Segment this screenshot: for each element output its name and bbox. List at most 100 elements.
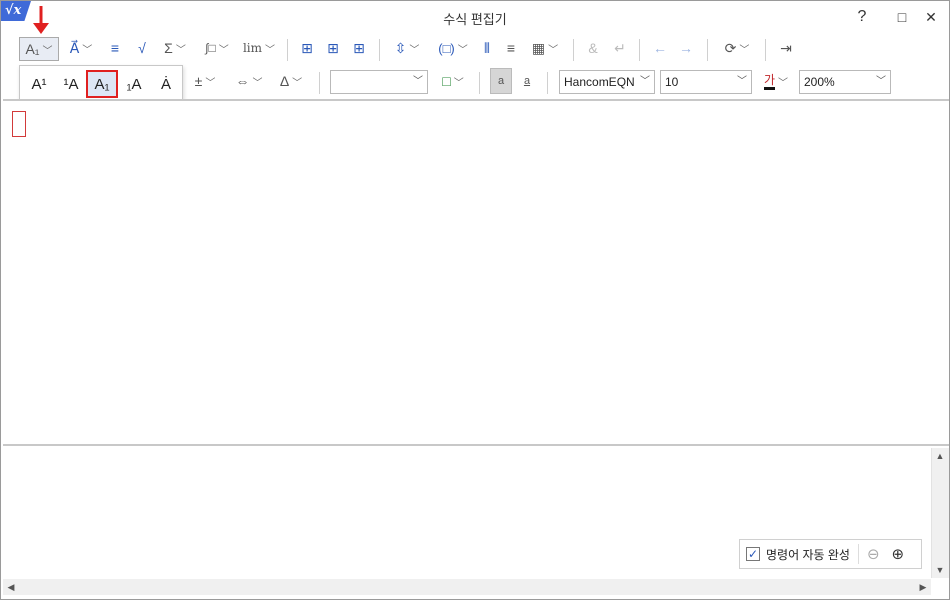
chevron-down-icon: ﹀ — [42, 45, 53, 57]
double-arrow-icon: ⇔ — [235, 73, 250, 89]
chevron-down-icon: ﹀ — [82, 44, 93, 56]
chevron-down-icon: ﹀ — [218, 44, 229, 56]
color-fill-button[interactable]: □ ﹀ — [435, 68, 471, 94]
separator — [573, 39, 574, 61]
superscript-option[interactable]: A¹ — [23, 70, 55, 98]
undo-button[interactable]: ← — [649, 35, 671, 61]
separator — [319, 72, 320, 94]
scroll-right-icon[interactable]: ▶ — [915, 579, 931, 595]
chevron-down-icon: ﹀ — [265, 44, 276, 56]
size-combo-value: 10 — [665, 75, 679, 89]
enter-button[interactable]: ↵ — [609, 35, 631, 61]
delta-button[interactable]: Δ ﹀ — [273, 68, 309, 94]
chevron-down-icon: ﹀ — [175, 44, 186, 56]
chevron-down-icon: ﹀ — [413, 76, 423, 87]
vertical-scrollbar[interactable]: ▲ ▼ — [931, 448, 949, 578]
matrix-grid-button[interactable]: ⦀ — [477, 35, 497, 61]
scroll-down-icon[interactable]: ▼ — [932, 562, 948, 578]
script-type-button[interactable]: A₁ ﹀ — [19, 37, 59, 61]
chevron-down-icon: ﹀ — [640, 76, 650, 87]
lim-label: lim — [242, 41, 263, 55]
redo-button[interactable]: → — [675, 35, 697, 61]
separator — [707, 39, 708, 61]
delta-icon: Δ — [279, 73, 290, 89]
pre-subscript-option[interactable]: ₁A — [118, 70, 150, 98]
plusminus-button[interactable]: ± ﹀ — [187, 68, 223, 94]
text-mode-button-2[interactable]: a — [516, 68, 538, 94]
maximize-button[interactable]: □ — [886, 5, 918, 29]
chevron-down-icon: ﹀ — [778, 77, 789, 89]
chevron-down-icon: ﹀ — [292, 77, 303, 89]
separator — [857, 544, 859, 564]
close-button[interactable]: ✕ — [915, 5, 947, 29]
subscript-option[interactable]: A₁ — [86, 70, 118, 98]
text-mode-button-1[interactable]: a — [490, 68, 512, 94]
overline-icon: A⃗ — [69, 39, 80, 56]
chevron-down-icon: ﹀ — [453, 77, 464, 89]
font-color-icon: 가 — [763, 73, 776, 90]
chevron-down-icon: ﹀ — [205, 77, 216, 89]
subscript-glyph: A₁ — [25, 41, 40, 57]
bracket-position-icon: ⇳ — [394, 39, 407, 56]
autocomplete-label: 명령어 자동 완성 — [766, 547, 850, 562]
over-option[interactable]: Ȧ — [150, 70, 182, 98]
annotation-arrow-icon — [33, 6, 49, 34]
chevron-down-icon: ﹀ — [457, 44, 468, 56]
zoom-combo[interactable]: 200% ﹀ — [799, 70, 891, 94]
decoration-button[interactable]: A⃗ ﹀ — [63, 35, 99, 61]
equation-canvas[interactable] — [3, 99, 949, 446]
pre-superscript-option[interactable]: ¹A — [55, 70, 87, 98]
color-fill-icon: □ — [442, 73, 451, 89]
chevron-down-icon: ﹀ — [739, 44, 750, 56]
font-color-button[interactable]: 가 ﹀ — [757, 68, 795, 94]
title-bar: √x 수식 편집기 ? □ ✕ — [1, 1, 949, 33]
grid-icon: ▦ — [531, 39, 546, 56]
horizontal-scrollbar[interactable]: ◀ ▶ — [3, 579, 931, 595]
exit-button[interactable]: ⇥ — [775, 35, 797, 61]
autocomplete-checkbox[interactable]: ✓ — [746, 547, 760, 561]
bracket-position-button[interactable]: ⇳ ﹀ — [389, 35, 425, 61]
help-button[interactable]: ? — [846, 5, 878, 29]
separator — [639, 39, 640, 61]
sum-icon: Σ — [164, 40, 173, 56]
font-combo[interactable]: HancomEQN ﹀ — [559, 70, 655, 94]
input-placeholder-box[interactable] — [12, 111, 26, 137]
font-combo-value: HancomEQN — [564, 75, 635, 89]
separator — [479, 72, 480, 94]
separator — [287, 39, 288, 61]
separator — [547, 72, 548, 94]
ampersand-button[interactable]: & — [583, 35, 603, 61]
fraction-button[interactable]: ≡ — [105, 35, 125, 61]
lines-button[interactable]: ≡ — [501, 35, 521, 61]
root-button[interactable]: √ — [131, 35, 153, 61]
style-combo[interactable]: ﹀ — [330, 70, 428, 94]
matrix-button-2[interactable]: ⊞ — [323, 35, 343, 61]
script-type-dropdown: A¹ ¹A A₁ ₁A Ȧ — [19, 65, 183, 101]
plusminus-icon: ± — [194, 73, 203, 89]
lim-button[interactable]: lim ﹀ — [241, 35, 277, 61]
chevron-down-icon: ﹀ — [548, 44, 559, 56]
zoom-combo-value: 200% — [804, 75, 835, 89]
chevron-down-icon: ﹀ — [737, 76, 747, 87]
sum-button[interactable]: Σ ﹀ — [159, 35, 191, 61]
convert-button[interactable]: ⟳ ﹀ — [717, 35, 757, 61]
integral-button[interactable]: ∫□ ﹀ — [199, 35, 235, 61]
zoom-in-icon[interactable]: ⊕ — [892, 545, 905, 563]
scroll-up-icon[interactable]: ▲ — [932, 448, 948, 464]
zoom-out-icon[interactable]: ⊖ — [867, 545, 880, 563]
arrows-button[interactable]: ⇔ ﹀ — [229, 68, 269, 94]
scroll-left-icon[interactable]: ◀ — [3, 579, 19, 595]
equation-editor-window: √x 수식 편집기 ? □ ✕ A₁ ﹀ A⃗ ﹀ ≡ √ Σ ﹀ ∫□ ﹀ lim ﹀ … — [0, 0, 950, 600]
chevron-down-icon: ﹀ — [876, 76, 886, 87]
size-combo[interactable]: 10 ﹀ — [660, 70, 752, 94]
convert-icon: ⟳ — [724, 39, 737, 56]
autocomplete-panel: ✓ 명령어 자동 완성 ⊖ ⊕ — [739, 539, 922, 569]
separator — [379, 39, 380, 61]
separator — [765, 39, 766, 61]
grid-button[interactable]: ▦ ﹀ — [527, 35, 563, 61]
main-toolbar: A₁ ﹀ A⃗ ﹀ ≡ √ Σ ﹀ ∫□ ﹀ lim ﹀ ⊞ ⊞ ⊞ ⇳ ﹀ (□) ﹀ ⦀ … — [1, 35, 949, 65]
matrix-button-3[interactable]: ⊞ — [349, 35, 369, 61]
paren-button[interactable]: (□) ﹀ — [431, 35, 475, 61]
script-input-area[interactable]: ▲ ▼ ◀ ▶ ✓ 명령어 자동 완성 ⊖ ⊕ — [3, 448, 949, 599]
matrix-button-1[interactable]: ⊞ — [297, 35, 317, 61]
